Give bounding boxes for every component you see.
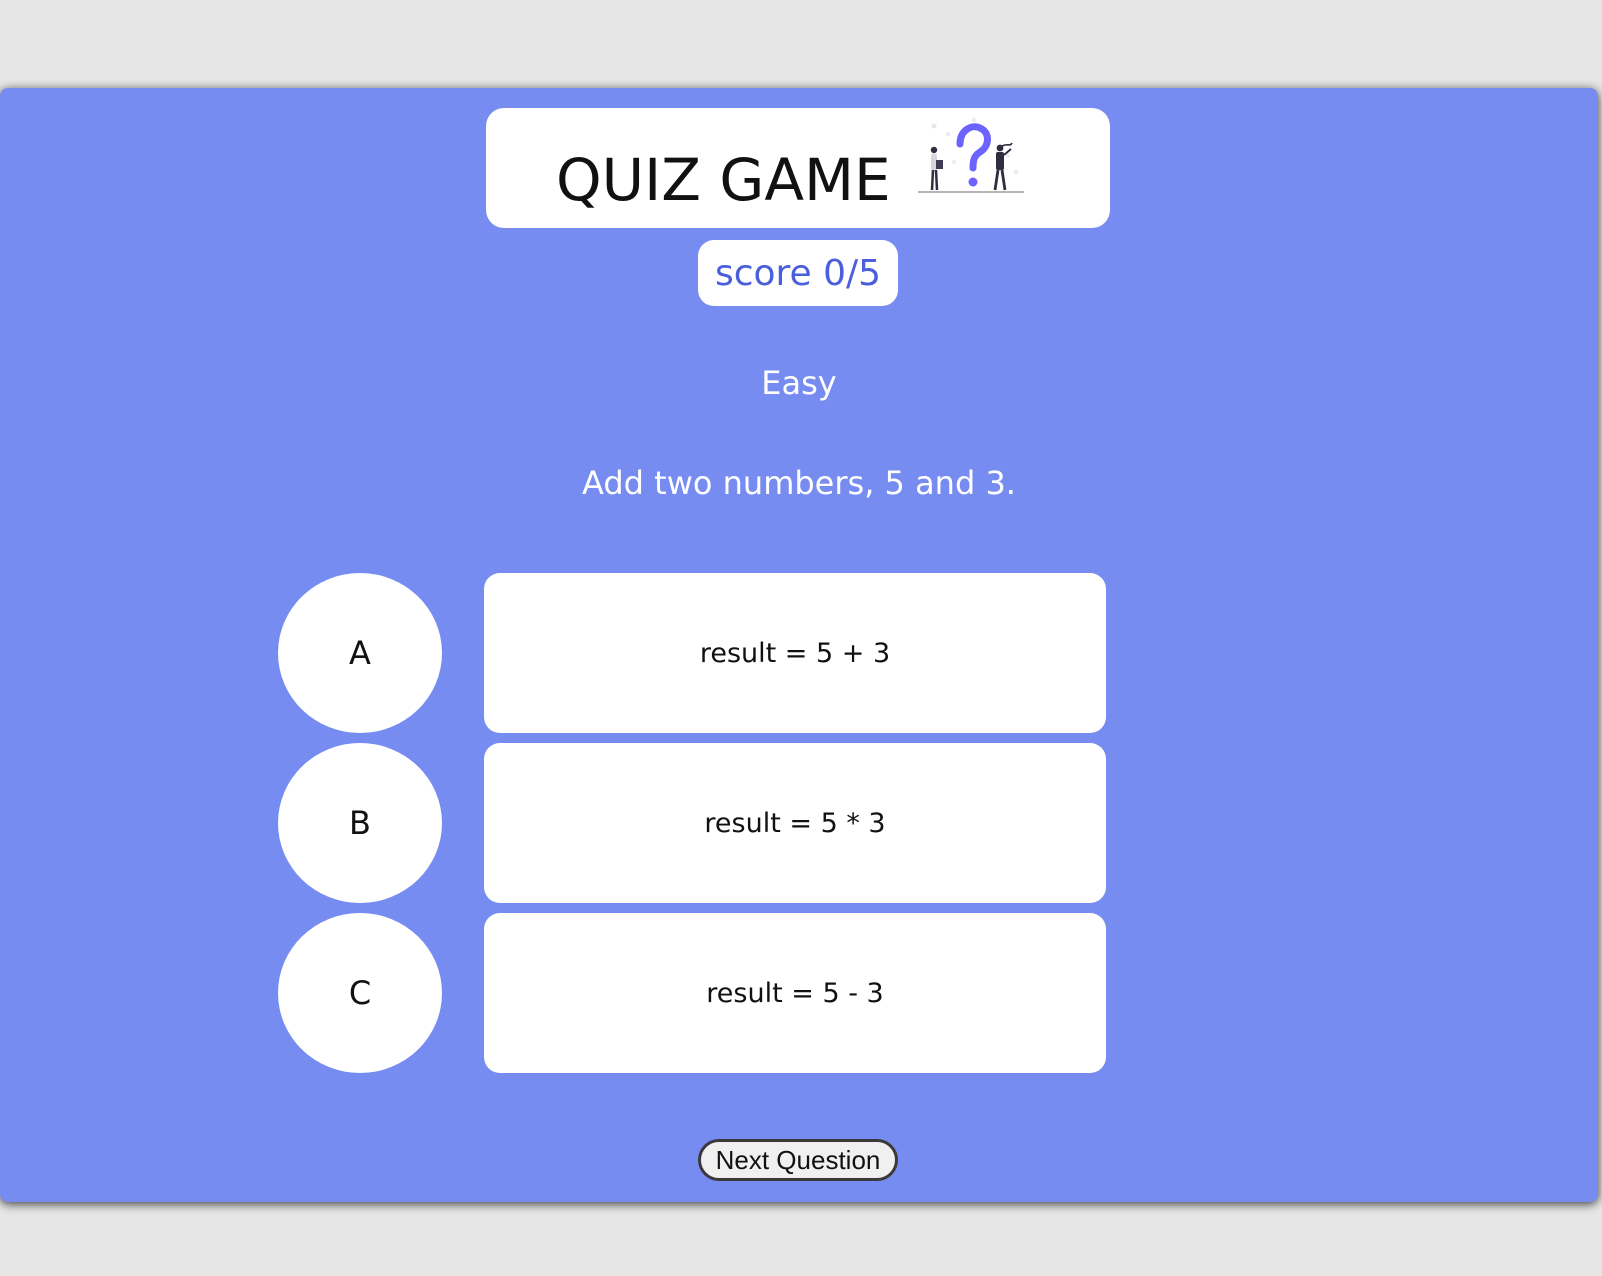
- score-badge: score 0/5: [698, 240, 898, 306]
- score-text: score 0/5: [714, 252, 882, 294]
- answer-option-b-button[interactable]: result = 5 * 3: [484, 743, 1106, 903]
- answer-option-c-button[interactable]: result = 5 - 3: [484, 913, 1106, 1073]
- answer-letter-a-button[interactable]: A: [278, 573, 442, 733]
- page-title: QUIZ GAME: [556, 146, 891, 214]
- question-mark-people-illustration-icon: [916, 116, 1026, 196]
- difficulty-label: Easy: [761, 364, 837, 402]
- answer-letter-b-button[interactable]: B: [278, 743, 442, 903]
- answer-row-b: B result = 5 * 3: [278, 743, 1108, 903]
- question-text: Add two numbers, 5 and 3.: [582, 464, 1016, 502]
- answer-row-c: C result = 5 - 3: [278, 913, 1108, 1073]
- answer-letter-c-button[interactable]: C: [278, 913, 442, 1073]
- title-card: QUIZ GAME: [486, 108, 1110, 228]
- quiz-panel: QUIZ GAME score 0/5 Easy Add two numbers…: [0, 88, 1598, 1202]
- next-question-button[interactable]: Next Question: [698, 1139, 898, 1181]
- answer-option-a-button[interactable]: result = 5 + 3: [484, 573, 1106, 733]
- answer-row-a: A result = 5 + 3: [278, 573, 1108, 733]
